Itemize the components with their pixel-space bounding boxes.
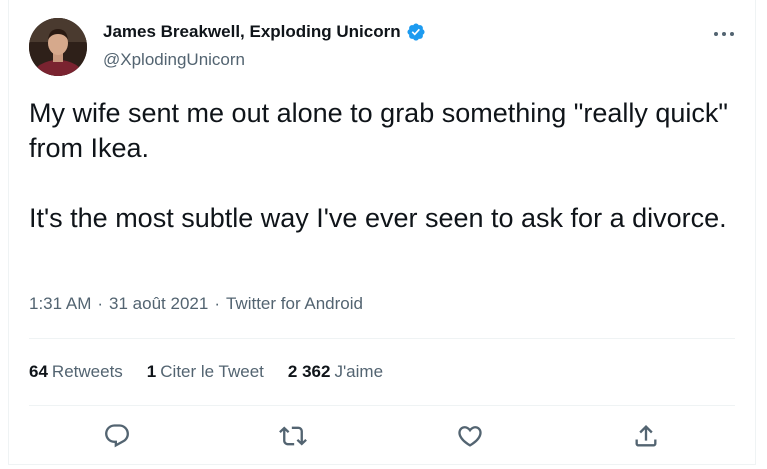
- author-display-name[interactable]: James Breakwell, Exploding Unicorn: [103, 22, 401, 42]
- tweet-card: James Breakwell, Exploding Unicorn @Xplo…: [8, 0, 756, 465]
- quotes-label: Citer le Tweet: [160, 362, 264, 381]
- meta-separator: ·: [97, 294, 104, 313]
- divider: [29, 338, 735, 339]
- tweet-date[interactable]: 31 août 2021: [109, 294, 208, 314]
- avatar-image: [29, 18, 87, 76]
- tweet-meta: 1:31 AM · 31 août 2021 · Twitter for And…: [29, 294, 363, 314]
- more-options-button[interactable]: [709, 22, 739, 46]
- divider: [29, 405, 735, 406]
- retweet-icon: [279, 426, 307, 446]
- retweet-button[interactable]: [279, 422, 307, 450]
- reply-button[interactable]: [103, 422, 131, 450]
- likes-stat[interactable]: 2 362 J'aime: [288, 362, 383, 382]
- quotes-count: 1: [146, 362, 157, 381]
- tweet-text: My wife sent me out alone to grab someth…: [29, 98, 729, 233]
- like-button[interactable]: [456, 422, 484, 450]
- meta-separator: ·: [214, 294, 220, 313]
- share-icon: [635, 425, 657, 447]
- likes-label: J'aime: [334, 362, 384, 381]
- likes-count: 2 362: [287, 362, 331, 381]
- retweets-stat[interactable]: 64 Retweets: [29, 362, 123, 382]
- retweets-count: 64: [29, 362, 48, 381]
- author-name-row: James Breakwell, Exploding Unicorn: [103, 22, 426, 42]
- verified-badge-icon: [407, 23, 425, 41]
- avatar[interactable]: [29, 18, 87, 76]
- tweet-time[interactable]: 1:31 AM: [29, 294, 91, 314]
- quotes-stat[interactable]: 1 Citer le Tweet: [147, 362, 264, 382]
- share-button[interactable]: [632, 422, 660, 450]
- author-handle[interactable]: @XplodingUnicorn: [103, 50, 245, 70]
- tweet-stats: 64 Retweets 1 Citer le Tweet 2 362 J'aime: [29, 362, 383, 382]
- tweet-source[interactable]: Twitter for Android: [226, 294, 363, 314]
- reply-icon: [105, 424, 129, 448]
- tweet-actions: [29, 416, 735, 456]
- more-icon: [714, 32, 734, 36]
- retweets-label: Retweets: [51, 362, 123, 381]
- like-icon: [458, 426, 482, 447]
